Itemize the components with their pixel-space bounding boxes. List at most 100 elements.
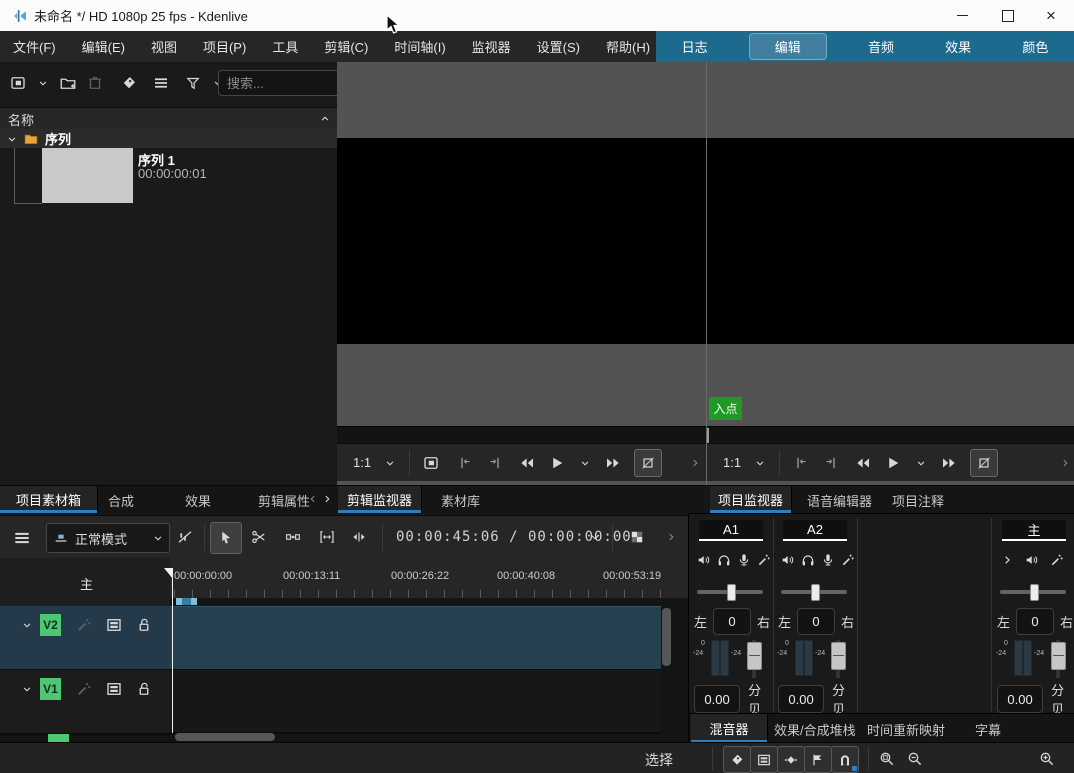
- tab-subtitles[interactable]: 字幕: [975, 720, 1001, 739]
- show-thumbnails-toggle-button[interactable]: [750, 746, 778, 773]
- view-mode-icon[interactable]: [152, 74, 170, 92]
- menu-tools[interactable]: 工具: [259, 31, 311, 62]
- track-badge-v1[interactable]: V1: [40, 678, 61, 700]
- tab-effects[interactable]: 效果: [185, 491, 211, 510]
- track-effects-wand-icon[interactable]: [75, 616, 93, 634]
- zoom-in-icon[interactable]: [1038, 750, 1056, 768]
- menu-file[interactable]: 文件(F): [0, 31, 69, 62]
- effects-wand-icon[interactable]: [840, 552, 856, 568]
- timeline-vertical-scrollbar[interactable]: [662, 608, 671, 666]
- workspace-tab-effects[interactable]: 效果: [935, 34, 981, 59]
- track-lock-icon[interactable]: [135, 616, 153, 634]
- record-mic-icon[interactable]: [736, 552, 752, 568]
- timeline-horizontal-scrollbar[interactable]: [175, 733, 275, 741]
- timeline-ruler[interactable]: 00:00:00:00 00:00:13:11 00:00:26:22 00:0…: [170, 558, 688, 598]
- set-in-point-icon[interactable]: [456, 454, 474, 472]
- db-value[interactable]: 0.00: [997, 685, 1043, 713]
- workspace-tab-color[interactable]: 颜色: [1012, 34, 1058, 59]
- balance-value[interactable]: 0: [713, 608, 751, 635]
- tab-effect-stack[interactable]: 效果/合成堆栈: [774, 720, 856, 739]
- tab-project-monitor[interactable]: 项目监视器: [710, 486, 792, 513]
- snap-toggle-button[interactable]: [831, 746, 859, 773]
- tab-clip-monitor[interactable]: 剪辑监视器: [338, 486, 422, 513]
- playhead-line[interactable]: [172, 568, 173, 733]
- split-view-icon[interactable]: [350, 528, 368, 546]
- minimize-button[interactable]: [939, 0, 985, 31]
- show-keyframes-toggle-button[interactable]: [777, 746, 805, 773]
- effects-wand-icon[interactable]: [756, 552, 772, 568]
- transparency-background-icon[interactable]: [628, 528, 646, 546]
- track-film-icon[interactable]: [105, 616, 123, 634]
- filter-icon[interactable]: [184, 74, 202, 92]
- set-out-point-icon[interactable]: [822, 454, 840, 472]
- bin-name-header[interactable]: 名称: [0, 107, 337, 131]
- add-clip-chevron-down-icon[interactable]: [36, 76, 50, 90]
- timeline-zone-bar[interactable]: [176, 598, 197, 605]
- zoom-chevron-down-icon[interactable]: [383, 456, 397, 470]
- timeline-menu-icon[interactable]: [12, 528, 32, 548]
- sequence-thumbnail[interactable]: [42, 148, 133, 203]
- fast-forward-icon[interactable]: [940, 454, 958, 472]
- zoom-fit-icon[interactable]: [878, 750, 896, 768]
- workspace-tab-audio[interactable]: 音频: [858, 34, 904, 59]
- track-content-v2[interactable]: [170, 606, 661, 671]
- channel-title[interactable]: A1: [699, 520, 763, 541]
- tab-library[interactable]: 素材库: [441, 491, 480, 510]
- track-collapse-chevron-icon[interactable]: [20, 618, 34, 632]
- track-film-icon[interactable]: [105, 680, 123, 698]
- channel-title[interactable]: A2: [783, 520, 847, 541]
- zone-handle[interactable]: [176, 598, 182, 605]
- zone-mode-button[interactable]: [634, 449, 662, 477]
- workspace-tab-logging[interactable]: 日志: [672, 34, 718, 59]
- tab-project-notes[interactable]: 项目注释: [892, 491, 944, 510]
- menu-clip[interactable]: 剪辑(C): [311, 31, 381, 62]
- effects-wand-icon[interactable]: [1049, 552, 1065, 568]
- tab-time-remap[interactable]: 时间重新映射: [867, 720, 945, 739]
- zoom-chevron-down-icon[interactable]: [753, 456, 767, 470]
- set-out-point-icon[interactable]: [486, 454, 504, 472]
- track-content-v1[interactable]: [170, 670, 661, 734]
- play-icon[interactable]: [548, 454, 566, 472]
- search-input[interactable]: [218, 70, 344, 96]
- project-monitor-zoom-level[interactable]: 1:1: [723, 455, 741, 470]
- track-header-v2[interactable]: V2: [0, 606, 170, 671]
- master-track-label[interactable]: 主: [80, 574, 93, 593]
- bin-folder-row[interactable]: 序列: [0, 129, 337, 148]
- selection-tool-button[interactable]: [210, 522, 242, 554]
- maximize-button[interactable]: [985, 0, 1031, 31]
- rewind-icon[interactable]: [518, 454, 536, 472]
- fast-forward-icon[interactable]: [604, 454, 622, 472]
- rewind-icon[interactable]: [854, 454, 872, 472]
- razor-tool-icon[interactable]: [250, 528, 268, 546]
- play-icon[interactable]: [884, 454, 902, 472]
- spacer-tool-icon[interactable]: [284, 528, 302, 546]
- tab-scroll-left-icon[interactable]: [306, 492, 320, 506]
- toolbar-overflow-chevron-icon[interactable]: [688, 456, 702, 470]
- db-value[interactable]: 0.00: [778, 685, 824, 713]
- play-chevron-down-icon[interactable]: [578, 456, 592, 470]
- collapse-chevron-right-icon[interactable]: [999, 552, 1015, 568]
- zone-handle[interactable]: [191, 598, 197, 605]
- timecode-chevron-icon[interactable]: [588, 530, 602, 544]
- volume-fader-handle[interactable]: [831, 642, 846, 670]
- mute-speaker-icon[interactable]: [1024, 552, 1040, 568]
- mute-speaker-icon[interactable]: [696, 552, 712, 568]
- balance-value[interactable]: 0: [1016, 608, 1054, 635]
- toolbar-overflow-chevron-icon[interactable]: [1058, 456, 1072, 470]
- menu-project[interactable]: 项目(P): [190, 31, 259, 62]
- clip-monitor-icon[interactable]: [422, 454, 440, 472]
- zoom-out-icon[interactable]: [906, 750, 924, 768]
- track-collapse-chevron-icon[interactable]: [20, 682, 34, 696]
- track-lock-icon[interactable]: [135, 680, 153, 698]
- close-button[interactable]: ×: [1028, 0, 1074, 31]
- mute-speaker-icon[interactable]: [780, 552, 796, 568]
- collapse-chevron-up-icon[interactable]: [318, 112, 332, 126]
- tab-scroll-right-icon[interactable]: [320, 492, 334, 506]
- set-in-point-icon[interactable]: [792, 454, 810, 472]
- menu-view[interactable]: 视图: [138, 31, 190, 62]
- show-markers-toggle-button[interactable]: [804, 746, 832, 773]
- edit-mode-dropdown[interactable]: 正常模式: [46, 523, 170, 553]
- zone-mode-button[interactable]: [970, 449, 998, 477]
- project-monitor-seekbar[interactable]: [707, 426, 1074, 444]
- menu-settings[interactable]: 设置(S): [524, 31, 593, 62]
